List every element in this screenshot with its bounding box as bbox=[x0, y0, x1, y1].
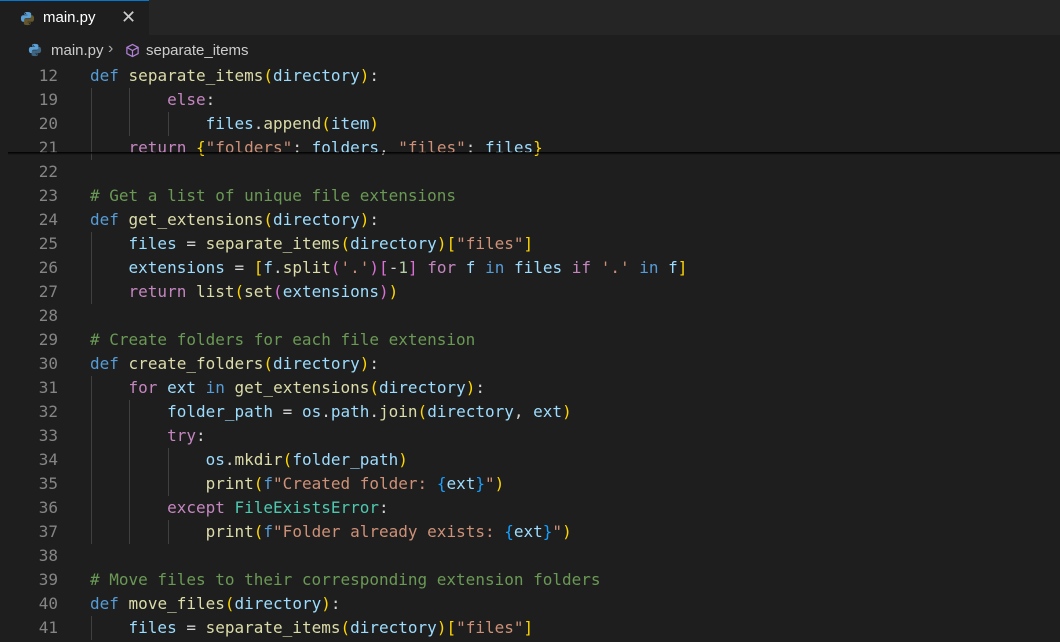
line-number: 41 bbox=[38, 618, 58, 637]
code-text: def get_extensions(directory): bbox=[90, 210, 380, 229]
code-line[interactable]: 30 def create_folders(directory): bbox=[0, 352, 1060, 376]
line-number: 20 bbox=[38, 114, 58, 133]
breadcrumb-symbol[interactable]: separate_items bbox=[146, 42, 249, 59]
line-number: 31 bbox=[38, 378, 58, 397]
line-number: 12 bbox=[38, 66, 58, 85]
chevron-right-icon: › bbox=[108, 40, 114, 57]
line-number: 37 bbox=[38, 522, 58, 541]
tab-bar: main.py ✕ bbox=[0, 0, 1060, 35]
line-number: 34 bbox=[38, 450, 58, 469]
code-text: def separate_items(directory): bbox=[90, 66, 380, 85]
code-line[interactable]: 22 bbox=[0, 160, 1060, 184]
code-text: folder_path = os.path.join(directory, ex… bbox=[167, 402, 572, 421]
code-text: files.append(item) bbox=[205, 114, 380, 133]
code-line[interactable]: 35 print(f"Created folder: {ext}") bbox=[0, 472, 1060, 496]
code-line[interactable]: 23 # Get a list of unique file extensions bbox=[0, 184, 1060, 208]
code-text: # Create folders for each file extension bbox=[90, 330, 476, 349]
code-text: extensions = [f.split('.')[-1] for f in … bbox=[128, 258, 688, 277]
code-line[interactable]: 27 return list(set(extensions)) bbox=[0, 280, 1060, 304]
code-editor[interactable]: 12 def separate_items(directory): 19 else:… bbox=[0, 64, 1060, 642]
code-text: os.mkdir(folder_path) bbox=[205, 450, 408, 469]
code-text: for ext in get_extensions(directory): bbox=[128, 378, 486, 397]
code-line[interactable]: 25 files = separate_items(directory)["fi… bbox=[0, 232, 1060, 256]
code-text: else: bbox=[167, 90, 216, 109]
line-number: 35 bbox=[38, 474, 58, 493]
line-number: 26 bbox=[38, 258, 58, 277]
line-number: 32 bbox=[38, 402, 58, 421]
python-icon bbox=[28, 43, 42, 57]
sticky-scroll-line[interactable]: 12 def separate_items(directory): bbox=[0, 64, 1060, 88]
code-line[interactable]: 20 files.append(item) bbox=[0, 112, 1060, 136]
line-number: 30 bbox=[38, 354, 58, 373]
line-number: 33 bbox=[38, 426, 58, 445]
code-line[interactable]: 19 else: bbox=[0, 88, 1060, 112]
code-text: print(f"Created folder: {ext}") bbox=[205, 474, 505, 493]
line-number: 29 bbox=[38, 330, 58, 349]
line-number: 23 bbox=[38, 186, 58, 205]
code-line[interactable]: 32 folder_path = os.path.join(directory,… bbox=[0, 400, 1060, 424]
code-line[interactable]: 26 extensions = [f.split('.')[-1] for f … bbox=[0, 256, 1060, 280]
line-number: 28 bbox=[38, 306, 58, 325]
code-line[interactable]: 33 try: bbox=[0, 424, 1060, 448]
close-icon[interactable]: ✕ bbox=[121, 7, 136, 28]
code-line[interactable]: 39 # Move files to their corresponding ex… bbox=[0, 568, 1060, 592]
line-number: 25 bbox=[38, 234, 58, 253]
code-line[interactable]: 29 # Create folders for each file extensi… bbox=[0, 328, 1060, 352]
breadcrumb-file[interactable]: main.py bbox=[51, 42, 104, 59]
line-number: 19 bbox=[38, 90, 58, 109]
line-number: 38 bbox=[38, 546, 58, 565]
python-icon bbox=[20, 11, 35, 26]
breadcrumb: main.py › separate_items bbox=[0, 38, 1060, 64]
code-line[interactable]: 36 except FileExistsError: bbox=[0, 496, 1060, 520]
code-line[interactable]: 28 bbox=[0, 304, 1060, 328]
code-line[interactable]: 34 os.mkdir(folder_path) bbox=[0, 448, 1060, 472]
line-number: 22 bbox=[38, 162, 58, 181]
cube-icon bbox=[126, 43, 139, 58]
code-line[interactable]: 37 print(f"Folder already exists: {ext}"… bbox=[0, 520, 1060, 544]
code-text: print(f"Folder already exists: {ext}") bbox=[205, 522, 572, 541]
line-number: 40 bbox=[38, 594, 58, 613]
code-text: try: bbox=[167, 426, 206, 445]
code-text: def create_folders(directory): bbox=[90, 354, 380, 373]
code-line[interactable]: 21 return {"folders": folders, "files": … bbox=[0, 136, 1060, 160]
code-text: except FileExistsError: bbox=[167, 498, 389, 517]
code-line[interactable]: 31 for ext in get_extensions(directory): bbox=[0, 376, 1060, 400]
code-line[interactable]: 38 bbox=[0, 544, 1060, 568]
code-text: files = separate_items(directory)["files… bbox=[128, 618, 534, 637]
line-number: 24 bbox=[38, 210, 58, 229]
code-text: files = separate_items(directory)["files… bbox=[128, 234, 534, 253]
code-line[interactable]: 41 files = separate_items(directory)["fi… bbox=[0, 616, 1060, 640]
tab-main-py[interactable]: main.py ✕ bbox=[0, 0, 149, 35]
line-number: 27 bbox=[38, 282, 58, 301]
sticky-scroll-shadow bbox=[8, 152, 1060, 155]
code-text: # Get a list of unique file extensions bbox=[90, 186, 457, 205]
code-line[interactable]: 40 def move_files(directory): bbox=[0, 592, 1060, 616]
code-text: return list(set(extensions)) bbox=[128, 282, 399, 301]
code-text: # Move files to their corresponding exte… bbox=[90, 570, 601, 589]
code-line[interactable]: 24 def get_extensions(directory): bbox=[0, 208, 1060, 232]
tab-label: main.py bbox=[43, 9, 96, 26]
line-number: 39 bbox=[38, 570, 58, 589]
code-text: def move_files(directory): bbox=[90, 594, 341, 613]
line-number: 36 bbox=[38, 498, 58, 517]
